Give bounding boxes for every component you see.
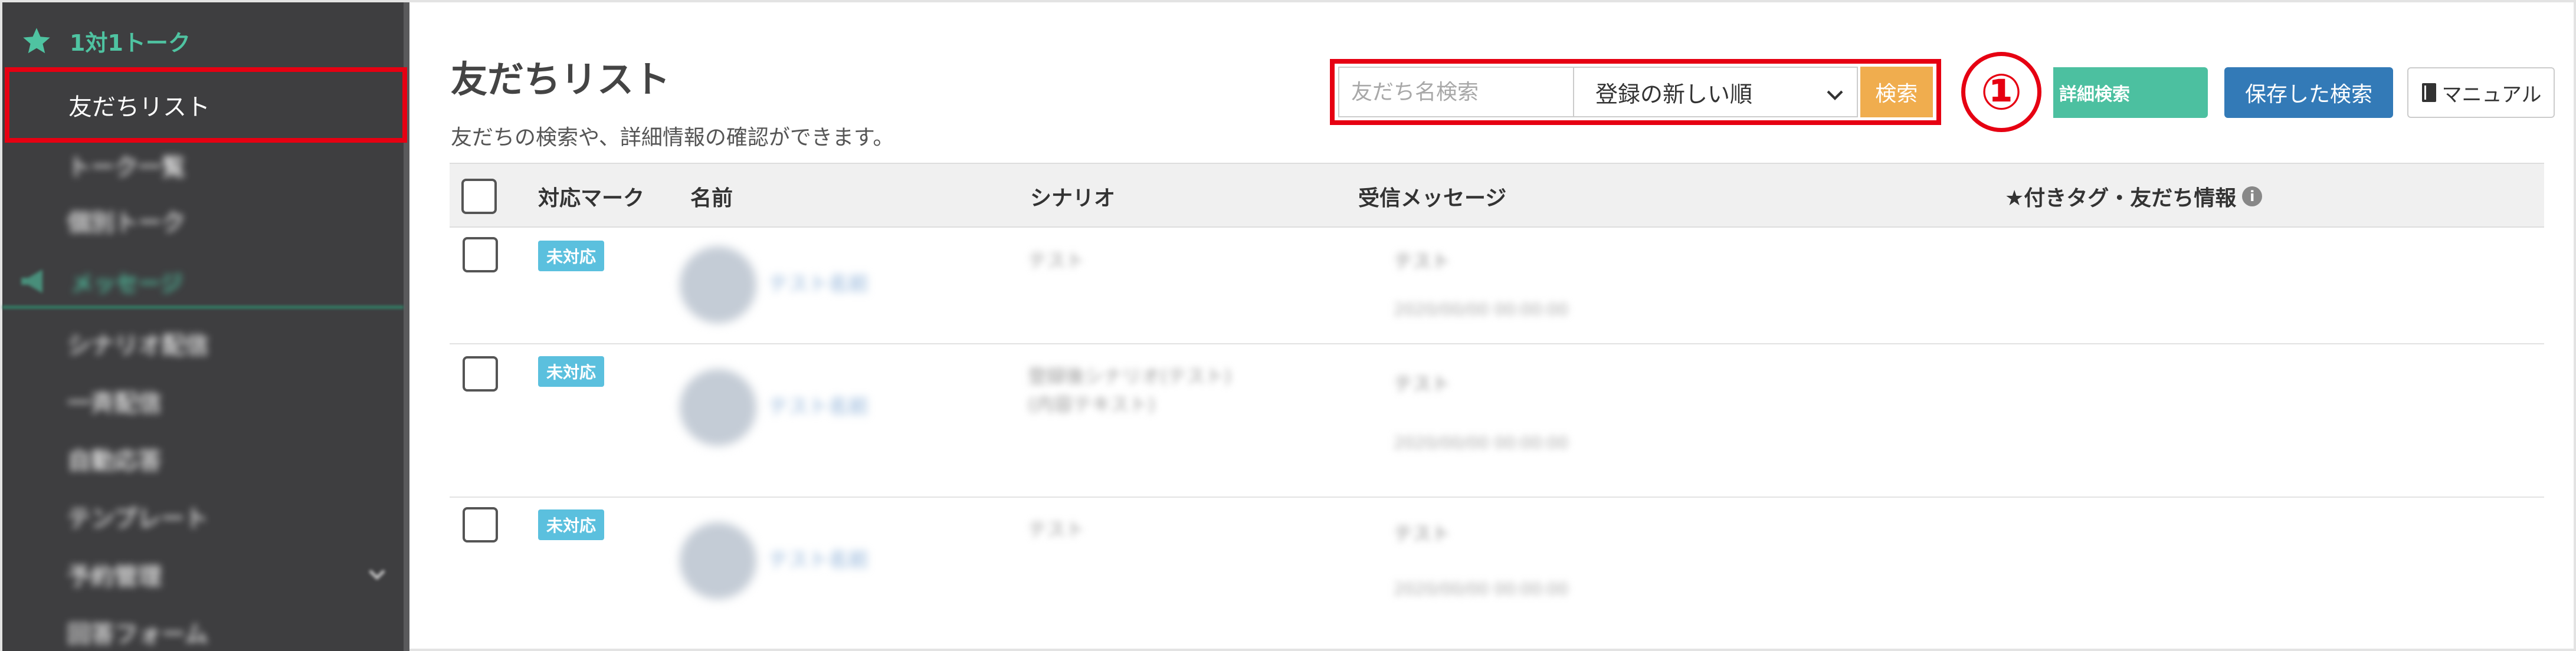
sidebar-section-label: 1対1トーク — [70, 29, 191, 56]
sidebar-item-answer-form[interactable]: 回答フォーム — [2, 603, 404, 651]
sidebar-item-auto-reply[interactable]: 自動応答 — [2, 429, 404, 488]
sidebar-item-label: 予約管理 — [67, 563, 162, 590]
status-badge[interactable]: 未対応 — [538, 356, 604, 387]
sort-order-select[interactable]: 登録の新しい順 — [1574, 67, 1858, 117]
row-checkbox[interactable] — [463, 237, 498, 272]
sidebar-item-reservation[interactable]: 予約管理 — [2, 545, 404, 604]
status-badge[interactable]: 未対応 — [538, 509, 604, 540]
sidebar-section-1on1[interactable]: 1対1トーク — [2, 14, 404, 67]
received-date: 2020/00/00 00:00:00 — [1394, 300, 1569, 319]
page-title: 友だちリスト — [451, 58, 671, 101]
sidebar-item-broadcast[interactable]: 一斉配信 — [2, 371, 404, 430]
column-header-name[interactable]: 名前 — [690, 164, 733, 229]
sidebar-item-template[interactable]: テンプレート — [2, 487, 404, 546]
table-row[interactable]: 未対応 テスト名前 登録後シナリオ(テスト) (内容テキスト) テスト 2020… — [450, 346, 2544, 498]
search-button[interactable]: 検索 — [1860, 67, 1933, 117]
book-icon — [2421, 82, 2437, 103]
megaphone-icon — [19, 267, 54, 296]
received-message: テスト — [1394, 522, 1451, 545]
avatar — [680, 522, 756, 599]
sidebar-section-label: メッセージ — [71, 270, 183, 297]
sidebar-item-label: 回答フォーム — [67, 621, 208, 648]
sidebar-item-individual-talk[interactable]: 個別トーク — [2, 191, 404, 250]
sidebar-item-label: 個別トーク — [67, 209, 185, 236]
sidebar: 1対1トーク 友だちリスト トーク一覧 個別トーク メッセージ シナリオ配信 一… — [2, 2, 409, 651]
main-content: 友だちリスト 友だちの検索や、詳細情報の確認ができます。 登録の新しい順 検索 … — [409, 2, 2576, 651]
sidebar-item-talk-list[interactable]: トーク一覧 — [2, 136, 404, 195]
scenario-text: テスト — [1028, 249, 1085, 272]
sidebar-item-label: 一斉配信 — [67, 390, 162, 417]
friend-name-search-input[interactable] — [1338, 67, 1574, 117]
column-header-tags: ★付きタグ・友だち情報 i — [2005, 164, 2263, 229]
detail-search-button[interactable]: 詳細検索 — [2053, 67, 2208, 118]
column-header-message[interactable]: 受信メッセージ — [1358, 164, 1506, 229]
table-row[interactable]: 未対応 テスト名前 テスト テスト 2020/00/00 00:00:00 — [450, 499, 2544, 651]
scenario-text: テスト — [1028, 518, 1085, 541]
sidebar-divider — [2, 305, 404, 309]
received-date: 2020/00/00 00:00:00 — [1394, 579, 1569, 599]
sidebar-item-label: トーク一覧 — [67, 154, 185, 181]
sidebar-item-friend-list[interactable]: 友だちリスト — [5, 67, 407, 143]
select-all-checkbox-cell — [461, 164, 497, 229]
sidebar-item-label: シナリオ配信 — [67, 332, 209, 359]
sidebar-item-scenario[interactable]: シナリオ配信 — [2, 314, 404, 373]
sidebar-item-label: テンプレート — [67, 505, 208, 532]
friend-name[interactable]: テスト名前 — [768, 544, 869, 573]
sidebar-section-message[interactable]: メッセージ — [2, 255, 404, 308]
table-header: 対応マーク 名前 シナリオ 受信メッセージ ★付きタグ・友だち情報 i — [450, 163, 2544, 228]
status-badge[interactable]: 未対応 — [538, 241, 604, 271]
received-message: テスト — [1394, 373, 1451, 395]
column-header-scenario[interactable]: シナリオ — [1030, 164, 1115, 229]
avatar — [680, 246, 756, 323]
manual-button-label: マニュアル — [2441, 83, 2542, 107]
scenario-text-line2: (内容テキスト) — [1028, 393, 1156, 416]
sidebar-item-label: 自動応答 — [67, 448, 162, 475]
saved-search-button[interactable]: 保存した検索 — [2224, 67, 2393, 118]
column-header-tags-label: ★付きタグ・友だち情報 — [2005, 186, 2237, 211]
app-root: 1対1トーク 友だちリスト トーク一覧 個別トーク メッセージ シナリオ配信 一… — [0, 0, 2576, 651]
chevron-down-icon — [368, 565, 386, 583]
avatar — [680, 369, 756, 446]
received-message: テスト — [1394, 250, 1451, 272]
select-all-checkbox[interactable] — [461, 179, 497, 214]
info-icon[interactable]: i — [2242, 186, 2263, 206]
table-row[interactable]: 未対応 テスト名前 テスト テスト 2020/00/00 00:00:00 — [450, 229, 2544, 344]
star-icon — [20, 24, 53, 57]
sort-order-value: 登録の新しい順 — [1595, 81, 1753, 107]
chevron-down-icon — [1826, 83, 1844, 101]
scenario-text: 登録後シナリオ(テスト) — [1028, 365, 1231, 387]
sidebar-item-label: 友だちリスト — [68, 94, 210, 121]
row-checkbox[interactable] — [463, 356, 498, 392]
column-header-status[interactable]: 対応マーク — [538, 164, 644, 229]
manual-button[interactable]: マニュアル — [2407, 67, 2555, 118]
friend-name[interactable]: テスト名前 — [768, 390, 869, 419]
received-date: 2020/00/00 00:00:00 — [1394, 433, 1569, 452]
page-description: 友だちの検索や、詳細情報の確認ができます。 — [451, 126, 894, 150]
step-marker: ① — [1961, 52, 2041, 132]
friend-name[interactable]: テスト名前 — [768, 268, 869, 297]
row-checkbox[interactable] — [463, 507, 498, 542]
search-group: 登録の新しい順 検索 — [1330, 59, 1941, 125]
